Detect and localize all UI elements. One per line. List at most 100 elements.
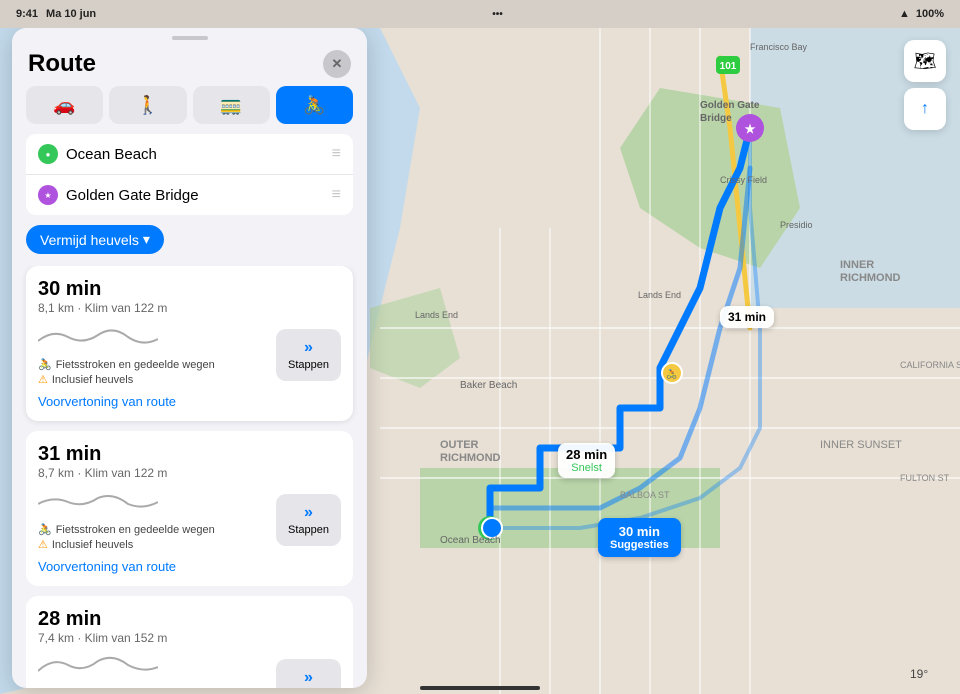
- filter-chevron-icon: ▾: [143, 231, 150, 248]
- map-layers-button[interactable]: 🗺: [904, 40, 946, 82]
- route-1-tag-2: ⚠ Inclusief heuvels: [38, 373, 268, 386]
- stappen-arrows-icon-2: »: [304, 504, 313, 522]
- svg-text:RICHMOND: RICHMOND: [440, 452, 501, 464]
- location-from-row: ● Ocean Beach ≡: [26, 134, 353, 175]
- from-location: Ocean Beach: [66, 146, 324, 163]
- sidebar-handle: [172, 36, 208, 40]
- route-1-stappen-label: Stappen: [288, 359, 329, 371]
- route-2-stappen-label: Stappen: [288, 524, 329, 536]
- status-dots: •••: [492, 9, 503, 20]
- filter-section: Vermijd heuvels ▾: [12, 225, 367, 266]
- route-3-stappen-button[interactable]: » Stappen: [276, 659, 341, 689]
- route-1-time: 30 min: [38, 278, 341, 301]
- location-to-row: ★ Golden Gate Bridge ≡: [26, 175, 353, 215]
- route-1-tags: 🚴 Fietsstroken en gedeelde wegen ⚠ Inclu…: [38, 358, 268, 386]
- stappen-arrows-icon: »: [304, 339, 313, 357]
- svg-text:CALIFORNIA ST: CALIFORNIA ST: [900, 360, 960, 370]
- svg-text:🚴: 🚴: [666, 368, 677, 379]
- status-day: Ma 10 jun: [46, 8, 96, 20]
- svg-text:FULTON ST: FULTON ST: [900, 473, 950, 483]
- compass-button[interactable]: ↑: [904, 88, 946, 130]
- svg-text:INNER: INNER: [840, 259, 874, 271]
- from-dot: ●: [38, 144, 58, 164]
- mode-bike-button[interactable]: 🚴: [276, 86, 353, 124]
- svg-text:Crissy Field: Crissy Field: [720, 175, 767, 185]
- svg-text:Bridge: Bridge: [700, 113, 732, 124]
- route-3-bottom: 🚴 Fietsstroken en gedeelde wegen ⚠ Inclu…: [38, 653, 341, 688]
- svg-text:19°: 19°: [910, 667, 928, 681]
- route-1-wave: [38, 323, 158, 347]
- route-card-1[interactable]: 30 min 8,1 km · Klim van 122 m 🚴 Fietsst…: [26, 266, 353, 421]
- from-handle-icon: ≡: [332, 145, 341, 163]
- mode-walk-button[interactable]: 🚶: [109, 86, 186, 124]
- wifi-icon: ▲: [899, 8, 910, 20]
- svg-text:Francisco Bay: Francisco Bay: [750, 42, 808, 52]
- route-card-3[interactable]: 28 min 7,4 km · Klim van 152 m 🚴 Fietsst…: [26, 596, 353, 688]
- status-bar-right: ▲ 100%: [899, 8, 944, 20]
- route-2-bottom: 🚴 Fietsstroken en gedeelde wegen ⚠ Inclu…: [38, 488, 341, 551]
- svg-text:Lands End: Lands End: [415, 310, 458, 320]
- route-card-2[interactable]: 31 min 8,7 km · Klim van 122 m 🚴 Fietsst…: [26, 431, 353, 586]
- route-1-tag-1: 🚴 Fietsstroken en gedeelde wegen: [38, 358, 268, 371]
- sidebar-header: Route ✕: [12, 44, 367, 86]
- hills-icon-2: ⚠: [38, 538, 48, 551]
- filter-button[interactable]: Vermijd heuvels ▾: [26, 225, 164, 254]
- filter-label: Vermijd heuvels: [40, 232, 139, 248]
- to-location: Golden Gate Bridge: [66, 187, 324, 204]
- route-2-stappen-button[interactable]: » Stappen: [276, 494, 341, 546]
- sidebar: Route ✕ 🚗 🚶 🚃 🚴 ● Ocean Beach ≡: [12, 28, 367, 688]
- route-1-bottom: 🚴 Fietsstroken en gedeelde wegen ⚠ Inclu…: [38, 323, 341, 386]
- route-3-time: 28 min: [38, 608, 341, 631]
- route-2-wave: [38, 488, 158, 512]
- svg-text:Lands End: Lands End: [638, 290, 681, 300]
- route-2-tag-1: 🚴 Fietsstroken en gedeelde wegen: [38, 523, 268, 536]
- to-dot: ★: [38, 185, 58, 205]
- route-3-wave: [38, 653, 158, 677]
- map-layers-icon: 🗺: [914, 51, 937, 72]
- transport-modes: 🚗 🚶 🚃 🚴: [12, 86, 367, 134]
- svg-text:★: ★: [745, 122, 756, 136]
- route-2-tags: 🚴 Fietsstroken en gedeelde wegen ⚠ Inclu…: [38, 523, 268, 551]
- hills-icon: ⚠: [38, 373, 48, 386]
- status-time: 9:41: [16, 8, 38, 20]
- route-3-details: 7,4 km · Klim van 152 m: [38, 631, 341, 645]
- route-2-time: 31 min: [38, 443, 341, 466]
- map-label-30min-suggesties[interactable]: 30 min Suggesties: [598, 518, 681, 557]
- svg-text:Ocean Beach: Ocean Beach: [440, 535, 501, 546]
- close-icon: ✕: [332, 56, 343, 72]
- route-2-preview-link[interactable]: Voorvertoning van route: [38, 559, 341, 574]
- svg-text:INNER SUNSET: INNER SUNSET: [820, 439, 902, 451]
- svg-text:Golden Gate: Golden Gate: [700, 100, 760, 111]
- svg-text:Baker Beach: Baker Beach: [460, 380, 517, 391]
- sidebar-title: Route: [28, 50, 96, 78]
- bike-icon: 🚴: [303, 95, 325, 116]
- route-1-info: 🚴 Fietsstroken en gedeelde wegen ⚠ Inclu…: [38, 323, 268, 386]
- map-label-31min: 31 min: [720, 306, 774, 328]
- bike-road-icon-2: 🚴: [38, 523, 52, 536]
- route-1-stappen-button[interactable]: » Stappen: [276, 329, 341, 381]
- map-controls: 🗺 ↑: [904, 40, 946, 130]
- svg-text:BALBOA ST: BALBOA ST: [620, 490, 670, 500]
- route-1-details: 8,1 km · Klim van 122 m: [38, 301, 341, 315]
- map-label-28min: 28 min Snelst: [558, 443, 615, 478]
- route-locations: ● Ocean Beach ≡ ★ Golden Gate Bridge ≡: [26, 134, 353, 215]
- stappen-arrows-icon-3: »: [304, 669, 313, 687]
- compass-icon: ↑: [921, 100, 929, 118]
- svg-text:RICHMOND: RICHMOND: [840, 272, 901, 284]
- route-2-info: 🚴 Fietsstroken en gedeelde wegen ⚠ Inclu…: [38, 488, 268, 551]
- walk-icon: 🚶: [137, 95, 159, 116]
- svg-text:Presidio: Presidio: [780, 220, 813, 230]
- mode-car-button[interactable]: 🚗: [26, 86, 103, 124]
- route-3-info: 🚴 Fietsstroken en gedeelde wegen ⚠ Inclu…: [38, 653, 268, 688]
- mode-transit-button[interactable]: 🚃: [193, 86, 270, 124]
- route-2-details: 8,7 km · Klim van 122 m: [38, 466, 341, 480]
- routes-list: 30 min 8,1 km · Klim van 122 m 🚴 Fietsst…: [12, 266, 367, 688]
- car-icon: 🚗: [53, 95, 75, 116]
- svg-text:OUTER: OUTER: [440, 439, 479, 451]
- route-1-preview-link[interactable]: Voorvertoning van route: [38, 394, 341, 409]
- home-indicator: [420, 686, 540, 690]
- svg-text:101: 101: [720, 61, 737, 72]
- close-button[interactable]: ✕: [323, 50, 351, 78]
- battery-icon: 100%: [916, 8, 944, 20]
- bike-road-icon: 🚴: [38, 358, 52, 371]
